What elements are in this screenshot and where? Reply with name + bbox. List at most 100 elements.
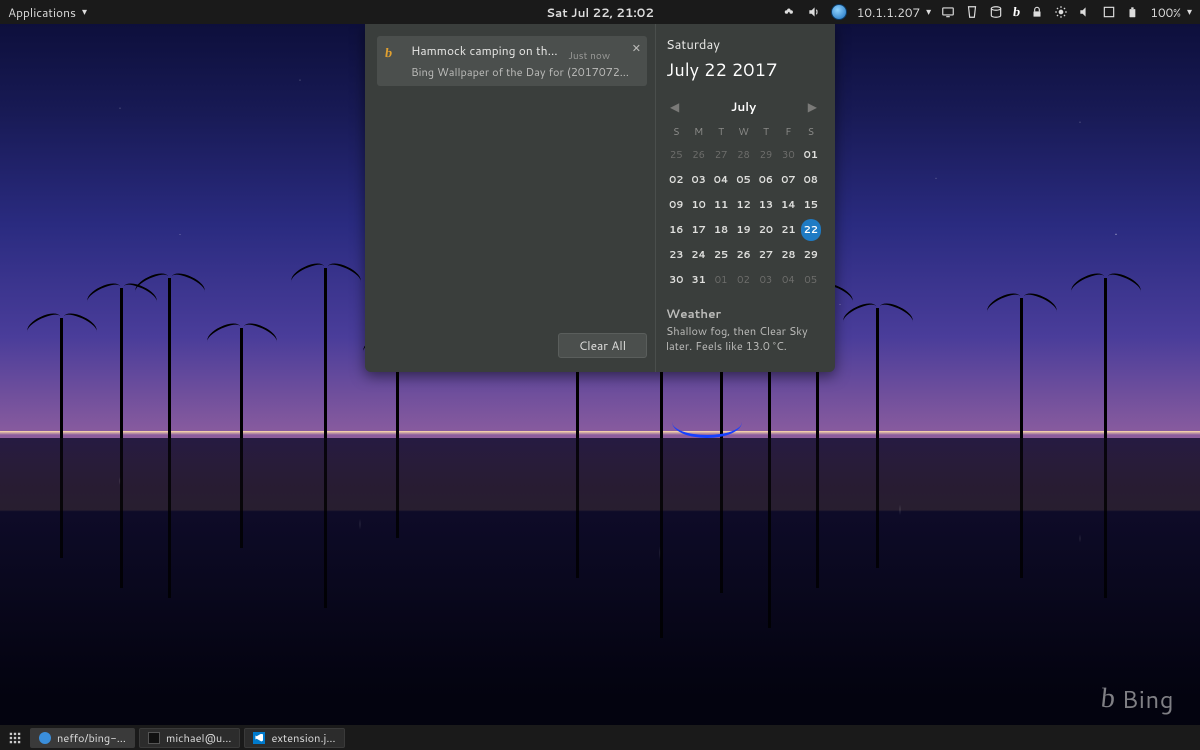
calendar-day[interactable]: 21 xyxy=(778,219,798,241)
calendar-day[interactable]: 19 xyxy=(733,219,753,241)
taskbar-item[interactable]: neffo/bing-… xyxy=(30,728,135,748)
calendar-day[interactable]: 08 xyxy=(801,169,821,191)
volume-icon[interactable] xyxy=(807,5,821,19)
battery-text: 100% xyxy=(1150,4,1181,21)
taskbar-item[interactable]: extension.j… xyxy=(244,728,344,748)
calendar-day[interactable]: 10 xyxy=(688,194,708,216)
calendar-full-date: July 22 2017 xyxy=(666,56,821,82)
palm-tree xyxy=(240,328,243,438)
notification-time: Just now xyxy=(568,49,610,63)
palm-tree xyxy=(876,308,879,438)
battery-icon[interactable] xyxy=(1126,5,1140,19)
globe-icon[interactable] xyxy=(831,4,847,20)
calendar-day[interactable]: 04 xyxy=(778,269,798,291)
clock[interactable]: Sat Jul 22, 21:02 xyxy=(546,4,654,21)
taskbar: neffo/bing-… michael@u… extension.j… xyxy=(0,725,1200,750)
display-icon[interactable] xyxy=(941,5,955,19)
network-ip[interactable]: 10.1.1.207 xyxy=(857,4,931,21)
battery-percent[interactable]: 100% xyxy=(1150,4,1192,21)
calendar-day[interactable]: 18 xyxy=(711,219,731,241)
calendar-nav: ◀ July ▶ xyxy=(666,96,821,117)
taskbar-item[interactable]: michael@u… xyxy=(139,728,240,748)
cpu-temp-icon[interactable] xyxy=(965,5,979,19)
calendar-day[interactable]: 22 xyxy=(801,219,821,241)
palm-tree xyxy=(1104,278,1107,438)
weather-heading: Weather xyxy=(666,305,821,322)
calendar-day[interactable]: 15 xyxy=(801,194,821,216)
palm-tree xyxy=(324,268,327,438)
notification-body: Bing Wallpaper of the Day for (201707211… xyxy=(411,64,631,80)
calendar-weekday-head: T xyxy=(756,123,776,141)
calendar-day[interactable]: 05 xyxy=(801,269,821,291)
calendar-day[interactable]: 02 xyxy=(733,269,753,291)
notifications-column: b Hammock camping on the Econloc… Just n… xyxy=(365,24,655,372)
taskbar-item-icon xyxy=(148,732,160,744)
taskbar-item-icon xyxy=(39,732,51,744)
calendar-day[interactable]: 25 xyxy=(711,244,731,266)
palm-tree xyxy=(60,318,63,438)
calendar-day[interactable]: 03 xyxy=(688,169,708,191)
calendar-day[interactable]: 28 xyxy=(778,244,798,266)
calendar-column: Saturday July 22 2017 ◀ July ▶ SMTWTFS25… xyxy=(655,24,835,372)
calendar-day[interactable]: 30 xyxy=(778,144,798,166)
calendar-day[interactable]: 23 xyxy=(666,244,686,266)
cloud-sync-icon[interactable] xyxy=(783,5,797,19)
calendar-day[interactable]: 02 xyxy=(666,169,686,191)
calendar-day[interactable]: 01 xyxy=(711,269,731,291)
next-month-icon[interactable]: ▶ xyxy=(804,96,821,117)
calendar-day[interactable]: 03 xyxy=(756,269,776,291)
calendar-day[interactable]: 29 xyxy=(801,244,821,266)
volume2-icon[interactable] xyxy=(1078,5,1092,19)
calendar-day[interactable]: 01 xyxy=(801,144,821,166)
calendar-day[interactable]: 26 xyxy=(688,144,708,166)
calendar-popover: b Hammock camping on the Econloc… Just n… xyxy=(365,24,835,372)
notification-item[interactable]: b Hammock camping on the Econloc… Just n… xyxy=(377,36,647,86)
calendar-grid: SMTWTFS252627282930010203040506070809101… xyxy=(666,123,821,291)
calendar-day[interactable]: 04 xyxy=(711,169,731,191)
calendar-day[interactable]: 29 xyxy=(756,144,776,166)
applications-menu[interactable]: Applications xyxy=(8,4,87,21)
calendar-day[interactable]: 05 xyxy=(733,169,753,191)
calendar-weekday-head: S xyxy=(666,123,686,141)
prev-month-icon[interactable]: ◀ xyxy=(666,96,683,117)
calendar-day[interactable]: 30 xyxy=(666,269,686,291)
brightness-icon[interactable] xyxy=(1054,5,1068,19)
palm-tree xyxy=(1020,298,1023,438)
calendar-day[interactable]: 26 xyxy=(733,244,753,266)
bing-tray-icon[interactable]: b xyxy=(1012,4,1021,20)
calendar-day[interactable]: 28 xyxy=(733,144,753,166)
calendar-day[interactable]: 27 xyxy=(756,244,776,266)
calendar-day[interactable]: 14 xyxy=(778,194,798,216)
calendar-day[interactable]: 20 xyxy=(756,219,776,241)
weather-text: Shallow fog, then Clear Sky later. Feels… xyxy=(666,324,821,354)
calendar-day[interactable]: 25 xyxy=(666,144,686,166)
calendar-day[interactable]: 24 xyxy=(688,244,708,266)
taskbar-item-label: neffo/bing-… xyxy=(57,730,126,746)
notification-close-icon[interactable]: ✕ xyxy=(632,40,641,56)
ip-text: 10.1.1.207 xyxy=(857,4,920,21)
calendar-weekday-head: W xyxy=(733,123,753,141)
lock-icon[interactable] xyxy=(1030,5,1044,19)
calendar-day[interactable]: 07 xyxy=(778,169,798,191)
taskbar-item-label: michael@u… xyxy=(166,730,231,746)
calendar-month: July xyxy=(731,98,756,115)
clear-all-button[interactable]: Clear All xyxy=(558,333,647,358)
calendar-weekday-head: T xyxy=(711,123,731,141)
calendar-day[interactable]: 13 xyxy=(756,194,776,216)
calendar-day[interactable]: 11 xyxy=(711,194,731,216)
calendar-day[interactable]: 16 xyxy=(666,219,686,241)
calendar-weekday-head: S xyxy=(801,123,821,141)
calendar-day[interactable]: 27 xyxy=(711,144,731,166)
calendar-day[interactable]: 31 xyxy=(688,269,708,291)
notification-title: Hammock camping on the Econloc… xyxy=(411,42,561,59)
disk-icon[interactable] xyxy=(989,5,1003,19)
window-icon[interactable] xyxy=(1102,5,1116,19)
taskbar-item-label: extension.j… xyxy=(271,730,335,746)
calendar-day[interactable]: 06 xyxy=(756,169,776,191)
app-grid-icon[interactable] xyxy=(4,728,26,748)
clock-text: Sat Jul 22, 21:02 xyxy=(546,4,654,21)
calendar-day[interactable]: 09 xyxy=(666,194,686,216)
calendar-day[interactable]: 17 xyxy=(688,219,708,241)
calendar-day[interactable]: 12 xyxy=(733,194,753,216)
calendar-weekday-head: F xyxy=(778,123,798,141)
